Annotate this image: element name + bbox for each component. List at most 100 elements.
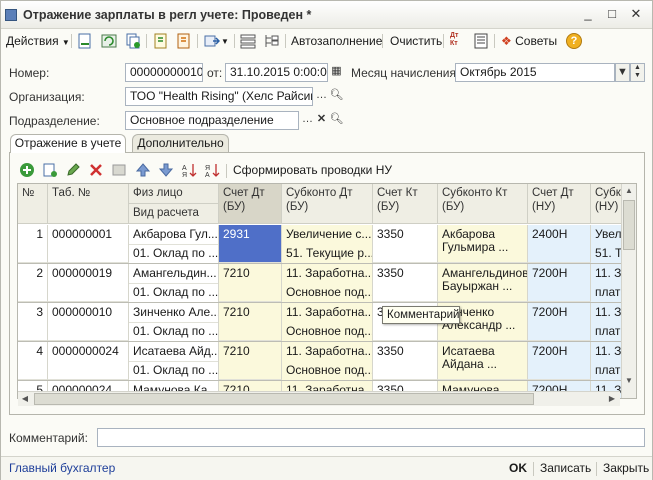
header-dt-nu[interactable]: Счет Дт (НУ): [528, 184, 591, 224]
maximize-button[interactable]: □: [604, 6, 620, 22]
table-cell-dt-nu[interactable]: 7200Н: [528, 303, 591, 341]
generate-nu-postings-button[interactable]: Сформировать проводки НУ: [233, 163, 392, 177]
save-button[interactable]: Записать: [540, 461, 591, 475]
table-cell-kt-bu[interactable]: 3350: [373, 264, 438, 302]
table-cell-tab[interactable]: 000000010: [48, 303, 129, 341]
table-cell-kt-bu[interactable]: 3350: [373, 225, 438, 263]
header-calc-type[interactable]: Вид расчета: [129, 204, 219, 224]
dtkt-postings-icon[interactable]: Дт Кт: [450, 32, 468, 48]
department-field[interactable]: Основное подразделение: [125, 111, 299, 130]
edit-row-icon[interactable]: [65, 162, 81, 178]
table-cell-subconto-dt[interactable]: Основное под...: [282, 361, 373, 381]
scroll-thumb[interactable]: [34, 393, 534, 405]
spinner-icon[interactable]: ▲ ▼: [630, 63, 645, 82]
tree-structure-icon[interactable]: [263, 33, 279, 49]
table-cell-tab[interactable]: 0000000024: [48, 342, 129, 380]
table-row-num[interactable]: 4: [18, 342, 48, 380]
table-cell-calc[interactable]: 01. Оклад по ...: [129, 361, 219, 381]
table-row-num[interactable]: 1: [18, 225, 48, 263]
tips-button[interactable]: ❖ Советы: [501, 34, 557, 48]
table-cell-dt-bu[interactable]: 7210: [219, 264, 282, 302]
sort-descending-icon[interactable]: ЯA: [204, 162, 220, 178]
autofill-button[interactable]: Автозаполнение: [291, 34, 382, 48]
minimize-button[interactable]: _: [580, 6, 596, 22]
table-cell-person[interactable]: Исатаева Айд...: [129, 342, 219, 362]
header-dt-bu[interactable]: Счет Дт (БУ): [219, 184, 282, 224]
header-tab-number[interactable]: Таб. №: [48, 184, 129, 224]
tab-accounting-reflection[interactable]: Отражение в учете: [10, 134, 126, 153]
actions-menu[interactable]: Действия ▼: [6, 34, 70, 48]
table-cell-tab[interactable]: 000000019: [48, 264, 129, 302]
help-icon[interactable]: ?: [566, 33, 582, 49]
header-person[interactable]: Физ лицо: [129, 184, 219, 204]
chief-accountant-link[interactable]: Главный бухгалтер: [9, 461, 115, 475]
copy-row-icon[interactable]: [42, 162, 58, 178]
clear-button[interactable]: Очистить: [390, 34, 442, 48]
table-cell-subconto-kt[interactable]: Амангельдинов Бауыржан ...: [438, 264, 528, 302]
post-document-icon[interactable]: [77, 33, 93, 49]
horizontal-scrollbar[interactable]: ◀ ▶: [18, 391, 620, 406]
scroll-right-icon[interactable]: ▶: [605, 392, 619, 406]
select-ellipsis-icon[interactable]: …: [314, 87, 329, 106]
table-cell-subconto-dt[interactable]: Основное под...: [282, 283, 373, 303]
copy-document-icon[interactable]: [125, 33, 141, 49]
tab-additional[interactable]: Дополнительно: [132, 134, 229, 152]
table-cell-calc[interactable]: 01. Оклад по ...: [129, 244, 219, 264]
table-cell-tab[interactable]: 000000001: [48, 225, 129, 263]
header-kt-bu[interactable]: Счет Кт (БУ): [373, 184, 438, 224]
table-cell-person[interactable]: Амангельдин...: [129, 264, 219, 284]
clear-icon[interactable]: ✕: [314, 111, 329, 130]
move-document-icon[interactable]: [204, 33, 220, 49]
document-orange-icon[interactable]: [176, 33, 192, 49]
table-cell-calc[interactable]: 01. Оклад по ...: [129, 283, 219, 303]
scroll-down-icon[interactable]: ▼: [622, 374, 636, 388]
list-structure-icon[interactable]: [240, 33, 256, 49]
close-window-button[interactable]: ✕: [628, 6, 644, 22]
table-cell-kt-bu[interactable]: 3350: [373, 342, 438, 380]
table-cell-subconto-dt[interactable]: Основное под...: [282, 322, 373, 342]
scroll-up-icon[interactable]: ▲: [622, 184, 636, 198]
dropdown-arrow-icon[interactable]: ▼: [615, 63, 630, 82]
table-cell-subconto-kt[interactable]: Акбарова Гульмира ...: [438, 225, 528, 263]
number-field[interactable]: 00000000010: [125, 63, 203, 82]
organization-field[interactable]: ТОО "Health Rising" (Хелс Райсинг): [125, 87, 313, 106]
table-cell-subconto-dt[interactable]: Увеличение с...: [282, 225, 373, 245]
close-button[interactable]: Закрыть: [603, 461, 649, 475]
scroll-thumb[interactable]: [623, 200, 635, 250]
refresh-icon[interactable]: [101, 33, 117, 49]
end-edit-icon[interactable]: [111, 162, 127, 178]
move-down-icon[interactable]: [158, 162, 174, 178]
table-cell-person[interactable]: Зинченко Але...: [129, 303, 219, 323]
document-green-icon[interactable]: [153, 33, 169, 49]
scroll-left-icon[interactable]: ◀: [18, 392, 32, 406]
vertical-scrollbar[interactable]: ▲ ▼: [621, 184, 636, 398]
table-cell-subconto-dt[interactable]: 11. Заработна...: [282, 264, 373, 284]
header-subconto-dt[interactable]: Субконто Дт (БУ): [282, 184, 373, 224]
table-row-num[interactable]: 3: [18, 303, 48, 341]
add-row-icon[interactable]: [19, 162, 35, 178]
header-num[interactable]: №: [18, 184, 48, 224]
table-row-num[interactable]: 2: [18, 264, 48, 302]
delete-row-icon[interactable]: [88, 162, 104, 178]
table-cell-dt-bu-selected[interactable]: 2931: [219, 225, 282, 263]
table-cell-calc[interactable]: 01. Оклад по ...: [129, 322, 219, 342]
table-cell-dt-nu[interactable]: 2400Н: [528, 225, 591, 263]
report-icon[interactable]: [473, 33, 489, 49]
search-icon[interactable]: 🔍︎: [329, 87, 344, 106]
table-cell-subconto-dt[interactable]: 11. Заработна...: [282, 342, 373, 362]
table-cell-dt-nu[interactable]: 7200Н: [528, 264, 591, 302]
table-cell-dt-nu[interactable]: 7200Н: [528, 342, 591, 380]
table-cell-dt-bu[interactable]: 7210: [219, 342, 282, 380]
table-cell-person[interactable]: Акбарова Гул...: [129, 225, 219, 245]
select-ellipsis-icon[interactable]: …: [300, 111, 315, 130]
month-field[interactable]: Октябрь 2015: [455, 63, 615, 82]
move-up-icon[interactable]: [135, 162, 151, 178]
dropdown-arrow-icon[interactable]: ▼: [221, 37, 229, 46]
table-cell-dt-bu[interactable]: 7210: [219, 303, 282, 341]
calendar-icon[interactable]: ▦: [329, 63, 344, 82]
table-cell-subconto-dt[interactable]: 51. Текущие р...: [282, 244, 373, 264]
header-subconto-kt[interactable]: Субконто Кт (БУ): [438, 184, 528, 224]
table-cell-subconto-kt[interactable]: Исатаева Айдана ...: [438, 342, 528, 380]
comment-field[interactable]: [97, 428, 645, 447]
table-cell-subconto-dt[interactable]: 11. Заработна...: [282, 303, 373, 323]
